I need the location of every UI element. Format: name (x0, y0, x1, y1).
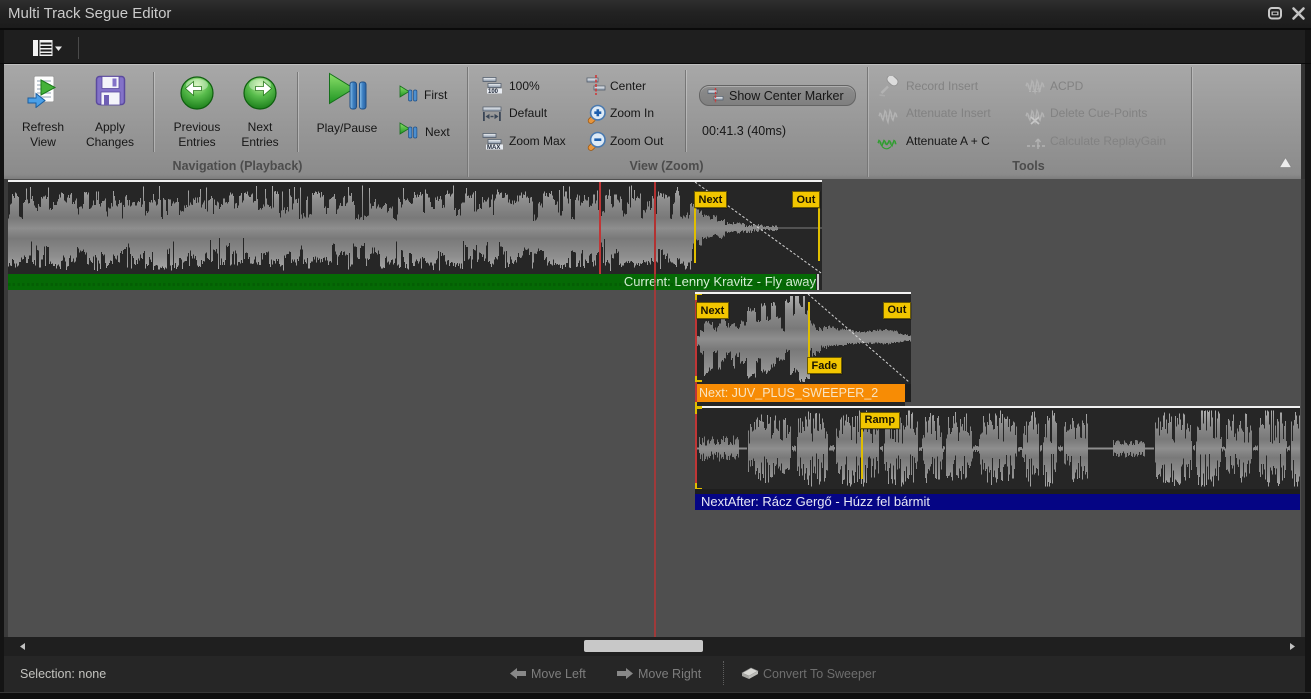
svg-text:100: 100 (488, 89, 499, 94)
svg-text:MAX: MAX (487, 145, 500, 150)
